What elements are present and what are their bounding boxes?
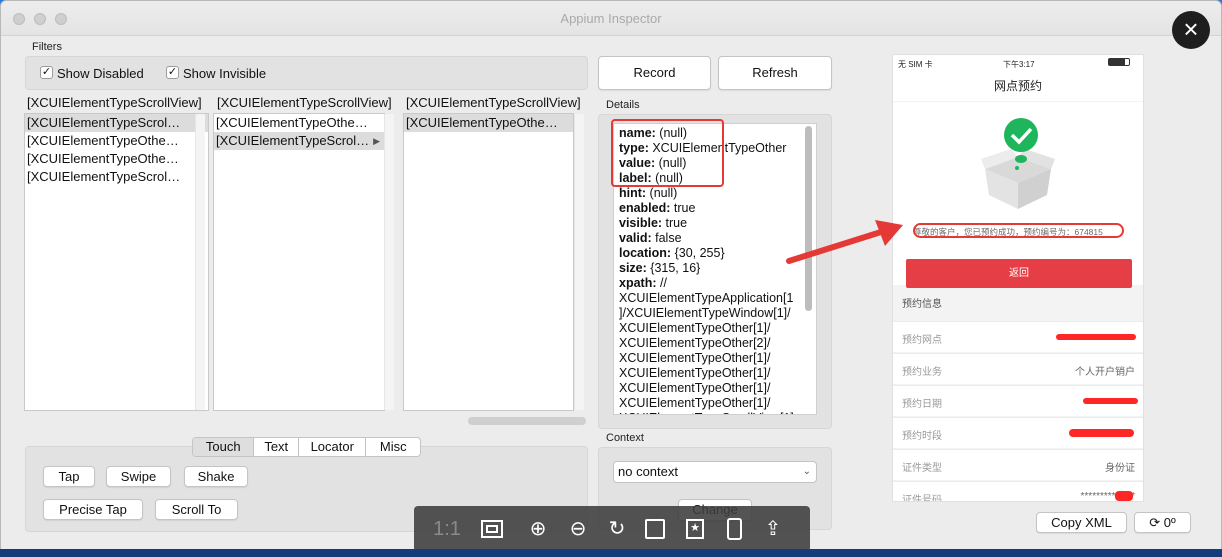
info-row: 证件号码 ************** (893, 481, 1143, 501)
precise-tap-button[interactable]: Precise Tap (43, 499, 143, 520)
column-2-scrollbar[interactable] (384, 114, 394, 410)
element-column-2[interactable]: [XCUIElementTypeOthe… [XCUIElementTypeSc… (213, 113, 385, 411)
list-item[interactable]: [XCUIElementTypeOthe… (25, 132, 208, 150)
show-invisible-label: Show Invisible (183, 66, 267, 81)
save-icon[interactable] (643, 517, 667, 541)
battery-icon (1108, 58, 1130, 66)
copy-xml-button[interactable]: Copy XML (1036, 512, 1127, 533)
phone-page-title: 网点预约 (993, 79, 1042, 93)
detail-line: XCUIElementTypeOther[1]/ (619, 351, 771, 365)
column-3-scrollbar[interactable] (574, 114, 584, 410)
detail-line: valid: false (619, 231, 682, 245)
detail-line: XCUIElementTypeOther[1]/ (619, 396, 771, 410)
list-item[interactable]: [XCUIElementTypeOthe… (404, 114, 573, 132)
actual-size-button[interactable]: 1:1 (430, 517, 464, 541)
column-header-2: [XCUIElementTypeScrollView] (217, 95, 392, 110)
os-taskbar (0, 549, 1222, 557)
detail-line: enabled: true (619, 201, 696, 215)
expand-arrow-icon: ▶ (373, 136, 380, 146)
device-screenshot[interactable]: 无 SIM 卡 下午3:17 网点预约 尊敬的客户，您已预约成功，预约编号为：6… (892, 54, 1144, 502)
annotation-highlight-box (611, 119, 724, 187)
device-icon[interactable] (722, 517, 746, 541)
fit-screen-icon[interactable] (480, 517, 504, 541)
chevron-down-icon: ⌄ (802, 466, 811, 477)
context-select[interactable]: no context ⌄ (613, 461, 817, 483)
swipe-button[interactable]: Swipe (106, 466, 171, 487)
redaction-mark (1115, 491, 1133, 501)
tab-locator[interactable]: Locator (299, 438, 367, 456)
info-row: 预约日期 (893, 385, 1143, 416)
success-box-icon (981, 118, 1055, 209)
rotate-device-button[interactable]: ⟳ 0º (1134, 512, 1191, 533)
action-tabs: Touch Text Locator Misc (192, 437, 421, 457)
detail-line: XCUIElementTypeOther[2]/ (619, 336, 771, 350)
redaction-mark (1056, 334, 1136, 340)
detail-line: ]/XCUIElementTypeWindow[1]/ (619, 306, 791, 320)
image-toolbar: 1:1 ⊕ ⊖ ↻ ★ ⇪ (414, 506, 810, 552)
carrier-text: 无 SIM 卡 (898, 60, 933, 69)
show-invisible-checkbox[interactable]: ✓ (166, 66, 179, 79)
detail-line: XCUIElementTypeScrollView[1] (619, 411, 794, 414)
tab-text[interactable]: Text (254, 438, 300, 456)
element-column-1[interactable]: [XCUIElementTypeScrol…▶ [XCUIElementType… (24, 113, 209, 411)
rotate-icon[interactable]: ↻ (605, 517, 629, 541)
redaction-mark (1069, 429, 1134, 437)
tab-touch[interactable]: Touch (193, 438, 255, 456)
column-header-1: [XCUIElementTypeScrollView] (27, 95, 202, 110)
list-item[interactable]: [XCUIElementTypeScrol…▶ (214, 132, 384, 150)
list-item[interactable]: [XCUIElementTypeOthe… (25, 150, 208, 168)
details-label: Details (606, 99, 640, 111)
share-icon[interactable]: ⇪ (761, 517, 785, 541)
list-item[interactable]: [XCUIElementTypeScrol…▶ (25, 168, 208, 186)
zoom-out-icon[interactable]: ⊖ (566, 517, 590, 541)
list-item[interactable]: [XCUIElementTypeScrol…▶ (25, 114, 208, 132)
column-header-3: [XCUIElementTypeScrollView] (406, 95, 581, 110)
rotate-icon: ⟳ (1149, 515, 1164, 530)
annotation-oval (913, 223, 1124, 238)
info-row: 预约业务 个人开户销户 (893, 353, 1143, 384)
scroll-to-button[interactable]: Scroll To (155, 499, 238, 520)
detail-line: visible: true (619, 216, 688, 230)
info-row: 预约网点 (893, 321, 1143, 352)
info-row: 预约时段 (893, 417, 1143, 448)
section-title: 预约信息 (902, 299, 942, 310)
close-icon[interactable]: × (1172, 11, 1210, 49)
record-button[interactable]: Record (598, 56, 711, 90)
detail-line: XCUIElementTypeOther[1]/ (619, 321, 771, 335)
inspector-window: Appium Inspector Filters ✓ Show Disabled… (0, 0, 1222, 552)
detail-line: hint: (null) (619, 186, 678, 200)
filters-label: Filters (32, 41, 62, 53)
window-title: Appium Inspector (560, 11, 662, 26)
list-item[interactable]: [XCUIElementTypeOthe… (214, 114, 384, 132)
detail-line: XCUIElementTypeOther[1]/ (619, 366, 771, 380)
info-row: 证件类型 身份证 (893, 449, 1143, 480)
redaction-mark (1083, 398, 1138, 404)
detail-line: XCUIElementTypeApplication[1 (619, 291, 794, 305)
back-button[interactable]: 返回 (906, 259, 1132, 288)
detail-line: location: {30, 255} (619, 246, 725, 260)
detail-line: xpath: // (619, 276, 667, 290)
context-label: Context (606, 432, 644, 444)
context-selected-value: no context (618, 464, 678, 479)
shake-button[interactable]: Shake (184, 466, 248, 487)
horizontal-scrollbar[interactable] (468, 417, 586, 425)
bookmark-icon[interactable]: ★ (683, 517, 707, 541)
annotation-arrow (786, 220, 903, 264)
tab-misc[interactable]: Misc (366, 438, 420, 456)
zoom-in-icon[interactable]: ⊕ (526, 517, 550, 541)
refresh-button[interactable]: Refresh (718, 56, 832, 90)
detail-line: size: {315, 16} (619, 261, 701, 275)
tap-button[interactable]: Tap (43, 466, 95, 487)
element-column-3[interactable]: [XCUIElementTypeOthe… (403, 113, 574, 411)
column-1-scrollbar[interactable] (195, 114, 205, 410)
detail-line: XCUIElementTypeOther[1]/ (619, 381, 771, 395)
status-time: 下午3:17 (1003, 60, 1035, 69)
show-disabled-label: Show Disabled (57, 66, 144, 81)
title-bar: Appium Inspector (1, 1, 1221, 36)
show-disabled-checkbox[interactable]: ✓ (40, 66, 53, 79)
